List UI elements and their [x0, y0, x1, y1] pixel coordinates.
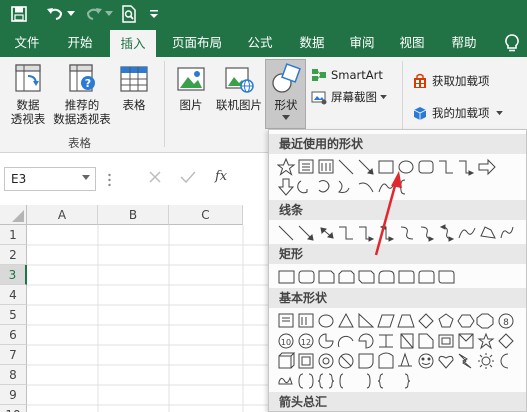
smartart-label: SmartArt [331, 68, 383, 82]
tab-help[interactable]: 帮助 [444, 28, 484, 57]
shapes-dropdown-icon [282, 115, 290, 120]
get-addins-button[interactable]: 获取加载项 [412, 71, 490, 91]
section-basic-shapes: 基本形状 [269, 288, 526, 308]
my-addins-label: 我的加载项 [432, 106, 490, 120]
undo-dropdown-icon[interactable] [66, 3, 76, 25]
group-tables-label: 表格 [68, 136, 91, 150]
section-block-arrows: 箭头总汇 [269, 392, 526, 411]
tab-formulas[interactable]: 公式 [240, 28, 280, 57]
quick-access-toolbar [0, 0, 527, 28]
row-header-10[interactable]: 10 [0, 405, 27, 412]
row-header-5[interactable]: 5 [0, 305, 27, 325]
online-picture-label: 联机图片 [216, 98, 262, 112]
rectangles-row[interactable] [277, 268, 517, 286]
svg-text:?: ? [85, 77, 91, 90]
my-addins-dropdown-icon [495, 110, 503, 115]
ribbon-separator [164, 61, 165, 147]
name-box-dropdown-icon[interactable] [82, 175, 90, 180]
column-header-c[interactable]: C [169, 205, 243, 225]
row-header-6[interactable]: 6 [0, 325, 27, 345]
screenshot-button[interactable]: 屏幕截图 [311, 87, 387, 107]
customize-qat-icon[interactable] [148, 3, 160, 25]
smartart-icon [312, 69, 326, 81]
smartart-button[interactable]: SmartArt [311, 65, 383, 85]
cancel-icon[interactable] [145, 169, 165, 189]
online-picture-icon [225, 67, 254, 93]
shapes-icon [272, 63, 301, 93]
screenshot-icon [311, 91, 327, 105]
table-icon [120, 66, 148, 92]
ribbon-tabs: 文件 开始 插入 页面布局 公式 数据 审阅 视图 帮助 [0, 28, 527, 57]
row-header-8[interactable]: 8 [0, 365, 27, 385]
table-button[interactable]: 表格 [116, 63, 152, 112]
basic-shapes-row-4[interactable] [277, 372, 517, 390]
online-pictures-button[interactable]: 联机图片 [212, 63, 266, 112]
row-header-2[interactable]: 2 [0, 245, 27, 265]
recommended-pivot-icon: ? [69, 64, 95, 92]
screenshot-label: 屏幕截图 [331, 90, 377, 104]
table-label: 表格 [122, 98, 146, 112]
recent-shapes-row-1[interactable] [277, 158, 517, 176]
picture-icon [177, 67, 205, 91]
pivot-label-1: 数据 [16, 98, 40, 112]
print-preview-icon[interactable] [118, 3, 140, 25]
svg-text:10: 10 [281, 338, 291, 347]
tab-page-layout[interactable]: 页面布局 [164, 28, 230, 57]
svg-text:12: 12 [301, 338, 311, 347]
shapes-label: 形状 [274, 98, 298, 112]
section-lines: 线条 [269, 200, 526, 220]
pivot-label-2: 透视表 [10, 112, 46, 126]
tab-data[interactable]: 数据 [292, 28, 332, 57]
redo-icon[interactable] [84, 3, 104, 25]
recommended-pivot-button[interactable]: ? 推荐的 数据透视表 [52, 63, 112, 126]
row-header-4[interactable]: 4 [0, 285, 27, 305]
screenshot-dropdown-icon [380, 94, 387, 99]
pictures-button[interactable]: 图片 [174, 63, 208, 112]
row-header-1[interactable]: 1 [0, 225, 27, 245]
shapes-gallery-panel: 最近使用的形状 线条 矩形 基本形状 8 10 12 箭头总汇 [268, 129, 527, 412]
pivot-table-icon [15, 64, 41, 92]
select-all-triangle-icon [12, 210, 24, 222]
tab-view[interactable]: 视图 [392, 28, 432, 57]
tab-file[interactable]: 文件 [6, 28, 48, 57]
splitter-dots-icon[interactable] [108, 173, 111, 187]
lightbulb-icon[interactable] [503, 33, 521, 53]
save-icon[interactable] [8, 3, 30, 25]
basic-shapes-row-1[interactable]: 8 [277, 312, 517, 330]
redo-dropdown-icon[interactable] [104, 3, 114, 25]
svg-text:8: 8 [503, 318, 509, 328]
picture-label: 图片 [179, 98, 203, 112]
basic-shapes-row-3[interactable] [277, 352, 517, 370]
cell-gridlines [27, 225, 268, 412]
insert-function-button[interactable]: fx [215, 169, 227, 184]
my-addins-button[interactable]: 我的加载项 [412, 103, 503, 123]
row-header-7[interactable]: 7 [0, 345, 27, 365]
section-recent-shapes: 最近使用的形状 [269, 134, 526, 154]
row-header-9[interactable]: 9 [0, 385, 27, 405]
section-rectangles: 矩形 [269, 244, 526, 264]
column-header-b[interactable]: B [98, 205, 169, 225]
get-addins-label: 获取加载项 [432, 74, 490, 88]
column-header-a[interactable]: A [27, 205, 98, 225]
store-icon [414, 73, 426, 88]
shapes-button-content[interactable]: 形状 [267, 63, 305, 121]
basic-shapes-row-2[interactable]: 10 12 [277, 332, 517, 350]
lines-row[interactable] [277, 224, 517, 242]
addins-icon [413, 107, 427, 120]
recent-shapes-row-2[interactable] [277, 178, 517, 196]
tab-review[interactable]: 审阅 [342, 28, 382, 57]
select-all-corner[interactable] [0, 205, 27, 225]
recommended-label-1: 推荐的 [64, 98, 100, 112]
row-header-3[interactable]: 3 [0, 265, 27, 285]
recommended-label-2: 数据透视表 [53, 112, 111, 126]
pivot-table-button[interactable]: 数据 透视表 [10, 63, 46, 126]
enter-icon[interactable] [178, 169, 198, 189]
tab-insert[interactable]: 插入 [110, 30, 156, 57]
tab-home[interactable]: 开始 [58, 28, 102, 57]
undo-icon[interactable] [44, 3, 66, 25]
